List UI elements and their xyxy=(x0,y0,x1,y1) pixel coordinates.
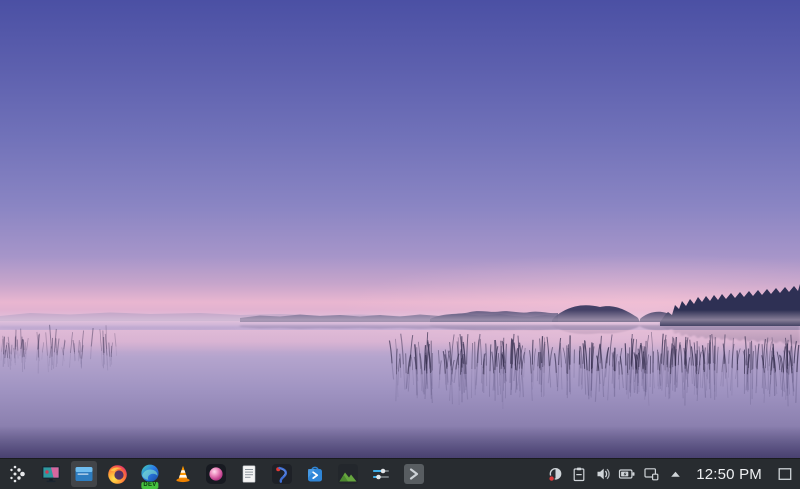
clock[interactable]: 12:50 PM xyxy=(696,466,762,483)
clipboard-button[interactable] xyxy=(570,463,588,485)
white-document-icon xyxy=(238,463,260,485)
text-editor-button[interactable] xyxy=(236,461,262,487)
clipboard-icon xyxy=(571,466,587,483)
haruna-media-player-button[interactable] xyxy=(203,461,229,487)
show-desktop-icon xyxy=(777,466,793,482)
blue-bag-chevron-icon xyxy=(304,463,326,485)
grey-chevron-box-icon xyxy=(403,463,425,485)
blue-folder-icon xyxy=(73,463,95,485)
red-blue-swoosh-icon xyxy=(271,463,293,485)
vlc-button[interactable] xyxy=(170,461,196,487)
image-viewer-button[interactable] xyxy=(335,461,361,487)
desktop[interactable]: DEV xyxy=(0,0,800,489)
graphics-app-button[interactable] xyxy=(269,461,295,487)
edge-dev-button[interactable]: DEV xyxy=(137,461,163,487)
firefox-button[interactable] xyxy=(104,461,130,487)
tray-expand-button[interactable] xyxy=(666,463,684,485)
battery-icon xyxy=(618,466,636,482)
chevron-up-icon xyxy=(669,468,682,481)
monitor-media-app-button[interactable] xyxy=(38,461,64,487)
volume-icon xyxy=(595,466,611,482)
show-desktop-button[interactable] xyxy=(776,463,794,485)
software-center-button[interactable] xyxy=(302,461,328,487)
display-connect-icon xyxy=(643,466,660,482)
status-notifier-button[interactable] xyxy=(546,463,564,485)
traffic-cone-icon xyxy=(172,463,194,485)
settings-sliders-button[interactable] xyxy=(368,461,394,487)
green-mountains-icon xyxy=(337,463,359,485)
system-tray: 12:50 PM xyxy=(546,463,800,485)
firefox-icon xyxy=(106,463,129,486)
edge-dev-badge: DEV xyxy=(141,482,158,489)
monitor-media-icon xyxy=(40,463,62,485)
battery-button[interactable] xyxy=(618,463,636,485)
pink-orb-icon xyxy=(205,463,227,485)
taskbar-panel: DEV xyxy=(0,458,800,489)
dual-sliders-icon xyxy=(370,463,392,485)
volume-button[interactable] xyxy=(594,463,612,485)
wallpaper-scene xyxy=(0,0,800,458)
status-notifier-icon xyxy=(547,466,564,483)
file-manager-button[interactable] xyxy=(71,461,97,487)
display-connect-button[interactable] xyxy=(642,463,660,485)
terminal-button[interactable] xyxy=(401,461,427,487)
app-launcher-button[interactable] xyxy=(5,461,31,487)
dotted-chevron-launcher-icon xyxy=(7,463,29,485)
task-icons: DEV xyxy=(5,461,427,487)
